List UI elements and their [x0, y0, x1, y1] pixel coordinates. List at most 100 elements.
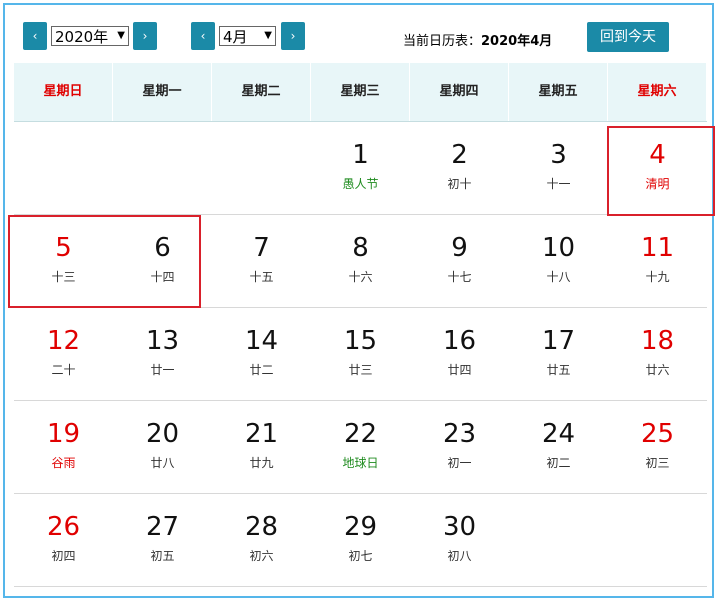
- day-cell[interactable]: 23 初一: [410, 401, 509, 493]
- day-cell[interactable]: 5 十三: [14, 215, 113, 307]
- day-cell[interactable]: 1 愚人节: [311, 122, 410, 214]
- day-cell[interactable]: 20 廿八: [113, 401, 212, 493]
- lunar-date: 初十: [447, 177, 472, 191]
- lunar-date: 初三: [645, 456, 670, 470]
- day-cell[interactable]: [509, 494, 608, 586]
- day-cell[interactable]: 27 初五: [113, 494, 212, 586]
- day-cell[interactable]: 26 初四: [14, 494, 113, 586]
- lunar-date: 初五: [150, 549, 175, 563]
- lunar-date: 谷雨: [51, 456, 76, 470]
- weekday-tuesday: 星期二: [212, 63, 311, 121]
- lunar-date: 十一: [546, 177, 571, 191]
- day-number: 21: [244, 419, 279, 449]
- day-number: 11: [640, 233, 675, 263]
- dropdown-arrow-icon: ▼: [117, 30, 125, 41]
- back-to-today-button[interactable]: 回到今天: [587, 22, 669, 52]
- day-cell[interactable]: 11 十九: [608, 215, 707, 307]
- day-cell[interactable]: 28 初六: [212, 494, 311, 586]
- lunar-date: 廿六: [645, 363, 670, 377]
- day-cell[interactable]: 30 初八: [410, 494, 509, 586]
- day-number: 23: [442, 419, 477, 449]
- day-cell[interactable]: 10 十八: [509, 215, 608, 307]
- next-month-button[interactable]: ›: [281, 22, 305, 50]
- lunar-date: 廿四: [447, 363, 472, 377]
- day-number: 3: [550, 140, 567, 170]
- day-number: 6: [154, 233, 171, 263]
- weekday-sunday: 星期日: [14, 63, 113, 121]
- day-number: 12: [46, 326, 81, 356]
- day-number: 4: [649, 140, 666, 170]
- day-cell[interactable]: 15 廿三: [311, 308, 410, 400]
- weekday-thursday: 星期四: [410, 63, 509, 121]
- prev-year-button[interactable]: ‹: [23, 22, 47, 50]
- day-cell[interactable]: 14 廿二: [212, 308, 311, 400]
- day-cell[interactable]: 12 二十: [14, 308, 113, 400]
- day-number: 29: [343, 512, 378, 542]
- day-cell[interactable]: 21 廿九: [212, 401, 311, 493]
- day-number: 14: [244, 326, 279, 356]
- month-select[interactable]: 4月 ▼: [219, 26, 276, 46]
- lunar-date: 廿八: [150, 456, 175, 470]
- lunar-date: 廿五: [546, 363, 571, 377]
- day-cell[interactable]: [212, 122, 311, 214]
- next-year-button[interactable]: ›: [133, 22, 157, 50]
- day-cell[interactable]: 4 清明: [608, 122, 707, 214]
- day-cell[interactable]: 22 地球日: [311, 401, 410, 493]
- day-cell[interactable]: [14, 122, 113, 214]
- lunar-date: 初四: [51, 549, 76, 563]
- day-number: 1: [352, 140, 369, 170]
- calendar-toolbar: ‹ 2020年 ▼ › ‹ 4月 ▼ › 当前日历表：2020年4月 回到今天: [0, 0, 716, 60]
- day-cell[interactable]: 24 初二: [509, 401, 608, 493]
- day-number: 18: [640, 326, 675, 356]
- prev-month-button[interactable]: ‹: [191, 22, 215, 50]
- lunar-date: 初六: [249, 549, 274, 563]
- day-cell[interactable]: 9 十七: [410, 215, 509, 307]
- lunar-date: 十五: [249, 270, 274, 284]
- calendar-week: 26 初四 27 初五 28 初六 29 初七 30 初八: [14, 494, 707, 587]
- lunar-date: 廿三: [348, 363, 373, 377]
- calendar-week: 1 愚人节 2 初十 3 十一 4 清明: [14, 122, 707, 215]
- lunar-date: 初七: [348, 549, 373, 563]
- day-number: 2: [451, 140, 468, 170]
- dropdown-arrow-icon: ▼: [264, 30, 272, 41]
- day-number: 27: [145, 512, 180, 542]
- weekday-wednesday: 星期三: [311, 63, 410, 121]
- day-cell[interactable]: 29 初七: [311, 494, 410, 586]
- weekday-friday: 星期五: [509, 63, 608, 121]
- day-cell[interactable]: [608, 494, 707, 586]
- day-number: 26: [46, 512, 81, 542]
- year-select[interactable]: 2020年 ▼: [51, 26, 129, 46]
- day-cell[interactable]: 3 十一: [509, 122, 608, 214]
- day-cell[interactable]: 8 十六: [311, 215, 410, 307]
- day-cell[interactable]: 7 十五: [212, 215, 311, 307]
- day-number: 7: [253, 233, 270, 263]
- day-number: 13: [145, 326, 180, 356]
- day-cell[interactable]: 13 廿一: [113, 308, 212, 400]
- day-cell[interactable]: 18 廿六: [608, 308, 707, 400]
- lunar-date: 廿一: [150, 363, 175, 377]
- day-cell[interactable]: 25 初三: [608, 401, 707, 493]
- lunar-date: 廿二: [249, 363, 274, 377]
- lunar-date: 十六: [348, 270, 373, 284]
- day-cell[interactable]: 6 十四: [113, 215, 212, 307]
- year-select-value: 2020年: [55, 28, 109, 46]
- day-cell[interactable]: [113, 122, 212, 214]
- day-cell[interactable]: 16 廿四: [410, 308, 509, 400]
- day-cell[interactable]: 17 廿五: [509, 308, 608, 400]
- lunar-date: 地球日: [342, 456, 379, 470]
- day-number: 24: [541, 419, 576, 449]
- lunar-date: 初二: [546, 456, 571, 470]
- lunar-date: 二十: [51, 363, 76, 377]
- current-calendar-label: 当前日历表：2020年4月: [403, 30, 552, 49]
- lunar-date: 十七: [447, 270, 472, 284]
- day-cell[interactable]: 19 谷雨: [14, 401, 113, 493]
- day-cell[interactable]: 2 初十: [410, 122, 509, 214]
- day-number: 22: [343, 419, 378, 449]
- lunar-date: 廿九: [249, 456, 274, 470]
- day-number: 5: [55, 233, 72, 263]
- lunar-date: 十九: [645, 270, 670, 284]
- day-number: 25: [640, 419, 675, 449]
- day-number: 8: [352, 233, 369, 263]
- calendar-week: 12 二十 13 廿一 14 廿二 15 廿三 16 廿四 17 廿五 18 廿六: [14, 308, 707, 401]
- day-number: 17: [541, 326, 576, 356]
